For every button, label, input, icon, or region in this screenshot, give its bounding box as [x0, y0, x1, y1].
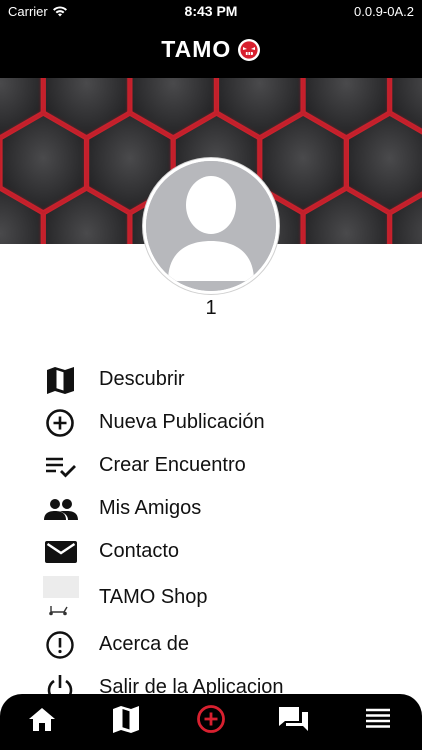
- status-bar: Carrier 8:43 PM 0.0.9-0A.2: [0, 0, 422, 24]
- logo-mascot-icon: [237, 38, 261, 62]
- playlist-check-icon: [44, 451, 78, 481]
- menu-label: Mis Amigos: [99, 497, 202, 519]
- menu-item-mis-amigos[interactable]: Mis Amigos: [0, 487, 422, 530]
- menu-item-nueva-publicacion[interactable]: Nueva Publicación: [0, 401, 422, 444]
- menu-label: Descubrir: [99, 368, 185, 390]
- app-logo: TAMO: [0, 36, 422, 63]
- home-icon: [29, 708, 55, 731]
- mail-icon: [44, 537, 78, 567]
- profile-username: 1: [205, 297, 217, 319]
- menu-label: TAMO Shop: [99, 586, 208, 608]
- logo-text: TAMO: [161, 36, 232, 62]
- add-circle-icon: [197, 705, 225, 733]
- menu-item-descubrir[interactable]: Descubrir: [0, 358, 422, 401]
- people-icon: [44, 494, 78, 524]
- menu-label: Acerca de: [99, 633, 190, 655]
- info-circle-icon: [44, 630, 78, 660]
- add-circle-icon: [44, 408, 78, 438]
- menu-label: Crear Encuentro: [99, 454, 246, 476]
- menu-label: Nueva Publicación: [99, 411, 265, 433]
- menu-icon: [366, 708, 390, 728]
- map-icon: [113, 706, 139, 733]
- scooter-icon: [48, 603, 70, 616]
- shop-thumbnail: [43, 576, 79, 598]
- tab-menu[interactable]: [358, 704, 398, 740]
- menu-item-crear-encuentro[interactable]: Crear Encuentro: [0, 444, 422, 487]
- chat-icon: [279, 707, 308, 731]
- map-icon: [44, 365, 78, 395]
- tab-map[interactable]: [106, 704, 146, 740]
- bottom-tab-bar: [0, 694, 422, 750]
- menu-item-contacto[interactable]: Contacto: [0, 530, 422, 573]
- tab-new-post[interactable]: [191, 704, 231, 740]
- tab-home[interactable]: [22, 704, 62, 740]
- menu-item-tamo-shop[interactable]: TAMO Shop: [0, 573, 422, 623]
- nav-bar: TAMO: [0, 24, 422, 78]
- menu-label: Contacto: [99, 540, 180, 562]
- profile-avatar[interactable]: [143, 158, 279, 294]
- tab-chat[interactable]: [274, 704, 314, 740]
- version-label: 0.0.9-0A.2: [354, 4, 414, 19]
- menu-item-acerca-de[interactable]: Acerca de: [0, 623, 422, 666]
